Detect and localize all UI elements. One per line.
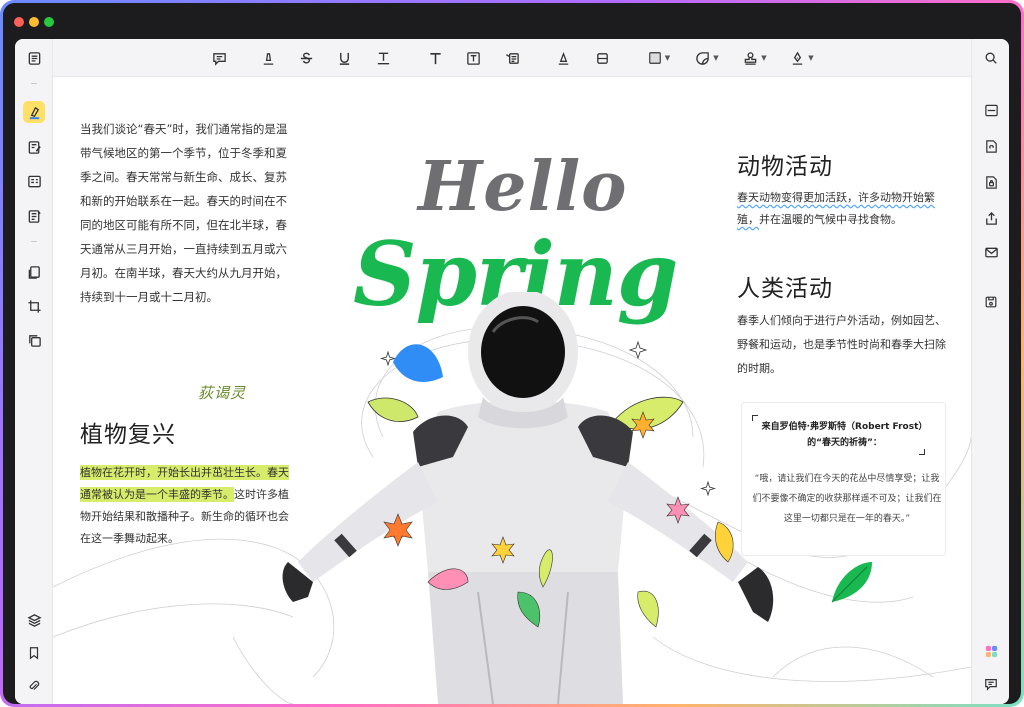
fill-sign-button[interactable]: [23, 205, 45, 227]
mail-icon: [984, 247, 998, 257]
chevron-down-icon: ▼: [713, 54, 719, 62]
squiggly-tool[interactable]: [373, 47, 393, 69]
close-window-button[interactable]: [14, 17, 24, 27]
app-container: ▼ ▼ ▼ ▼ 当我们谈论“春天”时，我们通常指的是温带气候地区的第一个季节，位…: [15, 39, 1009, 704]
document-icon: [28, 51, 40, 65]
callout-icon: [505, 52, 519, 64]
rectangle-icon: [648, 52, 661, 64]
comment-list-icon: [985, 679, 997, 691]
rail-divider: [31, 83, 37, 84]
window-frame: ▼ ▼ ▼ ▼ 当我们谈论“春天”时，我们通常指的是温带气候地区的第一个季节，位…: [0, 0, 1024, 707]
highlighter-icon: [29, 106, 39, 119]
email-button[interactable]: [980, 241, 1002, 263]
comment-icon: [212, 52, 226, 66]
signature-tool[interactable]: ▼: [787, 47, 817, 69]
quote-body: “哦，请让我们在今天的花丛中尽情享受；让我们不要像不确定的收获那样遥不可及；让我…: [752, 474, 942, 524]
minimize-window-button[interactable]: [29, 17, 39, 27]
convert-button[interactable]: [980, 135, 1002, 157]
eraser-tool[interactable]: [592, 47, 612, 69]
animal-activity-heading: 动物活动: [737, 154, 833, 180]
ai-logo-icon: [985, 645, 997, 657]
form-icon: [27, 175, 41, 187]
quote-card: 来自罗伯特·弗罗斯特（Robert Frost）的“春天的祈祷”： “哦，请让我…: [741, 402, 946, 556]
chevron-down-icon: ▼: [761, 54, 767, 62]
textbox-tool[interactable]: [463, 47, 483, 69]
ocr-icon: [984, 104, 998, 116]
leaf-decoration: [831, 562, 872, 603]
left-toolbar: [15, 39, 53, 704]
comments-panel-button[interactable]: [980, 673, 1002, 695]
bookmark-button[interactable]: [23, 642, 45, 664]
convert-document-icon: [985, 139, 997, 153]
paragraph-rest: 并在温暖的气候中寻找食物。: [759, 213, 902, 226]
title-bar: [3, 3, 1021, 39]
organize-pages-button[interactable]: [23, 261, 45, 283]
paperclip-icon: [29, 680, 40, 690]
search-button[interactable]: [980, 47, 1002, 69]
comment-tool[interactable]: [209, 47, 229, 69]
pages-icon: [28, 265, 40, 279]
marker-icon: [263, 52, 273, 65]
layers-button[interactable]: [23, 609, 45, 631]
layers-icon: [26, 613, 42, 627]
crop-button[interactable]: [23, 295, 45, 317]
tools-button[interactable]: [23, 329, 45, 351]
underline-tool[interactable]: [334, 47, 354, 69]
text-icon: [429, 52, 441, 64]
sign-document-icon: [28, 209, 41, 223]
pen-icon: [558, 51, 568, 65]
attachment-button[interactable]: [23, 675, 45, 697]
intro-paragraph: 当我们谈论“春天”时，我们通常指的是温带气候地区的第一个季节，位于冬季和夏季之间…: [80, 122, 288, 304]
textbox-icon: [466, 51, 480, 65]
typewriter-tool[interactable]: [425, 47, 445, 69]
bookmark-icon: [29, 647, 39, 660]
maximize-window-button[interactable]: [44, 17, 54, 27]
hello-title: Hello: [418, 147, 628, 227]
rail-divider: [31, 241, 37, 242]
quote-title: 来自罗伯特·弗罗斯特（Robert Frost）的“春天的祈祷”：: [761, 422, 928, 448]
highlight-tool[interactable]: [258, 47, 278, 69]
annotation-toolbar: ▼ ▼ ▼ ▼: [53, 39, 971, 77]
animal-activity-paragraph: 春天动物变得更加活跃，许多动物开始繁殖，并在温暖的气候中寻找食物。: [737, 187, 947, 231]
form-button[interactable]: [23, 170, 45, 192]
sticker-tool[interactable]: ▼: [692, 47, 722, 69]
sticker-icon: [696, 51, 710, 65]
edit-pdf-button[interactable]: [23, 136, 45, 158]
app-window: ▼ ▼ ▼ ▼ 当我们谈论“春天”时，我们通常指的是温带气候地区的第一个季节，位…: [3, 3, 1021, 704]
document-canvas[interactable]: 当我们谈论“春天”时，我们通常指的是温带气候地区的第一个季节，位于冬季和夏季之间…: [53, 77, 971, 704]
stamp-icon: [744, 51, 757, 65]
stamp-tool[interactable]: ▼: [740, 47, 770, 69]
protect-button[interactable]: [980, 171, 1002, 193]
astronaut-illustration: [282, 292, 774, 704]
human-activity-heading: 人类活动: [737, 276, 833, 302]
save-icon: [985, 296, 997, 308]
share-icon: [985, 211, 997, 225]
pencil-tool[interactable]: [553, 47, 573, 69]
strikethrough-tool[interactable]: [296, 47, 316, 69]
strikethrough-icon: [300, 52, 312, 64]
ai-assistant-button[interactable]: [980, 640, 1002, 662]
text-callout-tool[interactable]: [502, 47, 522, 69]
chevron-down-icon: ▼: [664, 54, 671, 62]
human-activity-paragraph: 春季人们倾向于进行户外活动，例如园艺、野餐和运动，也是季节性时尚和春季大扫除的时…: [737, 314, 946, 375]
text-underline-icon: [377, 52, 389, 64]
plant-revival-heading: 植物复兴: [80, 422, 176, 448]
save-button[interactable]: [980, 291, 1002, 313]
crop-icon: [27, 299, 41, 313]
comment-mode-button[interactable]: [23, 101, 45, 123]
eraser-icon: [596, 52, 608, 64]
reader-mode-button[interactable]: [23, 47, 45, 69]
lock-document-icon: [985, 175, 997, 189]
fountain-pen-icon: [793, 51, 803, 65]
search-icon: [985, 52, 997, 64]
shape-tool[interactable]: ▼: [644, 47, 674, 69]
share-button[interactable]: [980, 207, 1002, 229]
chevron-down-icon: ▼: [808, 54, 814, 62]
underline-icon: [339, 52, 349, 65]
copy-icon: [28, 334, 41, 347]
right-toolbar: [971, 39, 1009, 704]
ocr-button[interactable]: [980, 99, 1002, 121]
edit-document-icon: [28, 140, 41, 154]
